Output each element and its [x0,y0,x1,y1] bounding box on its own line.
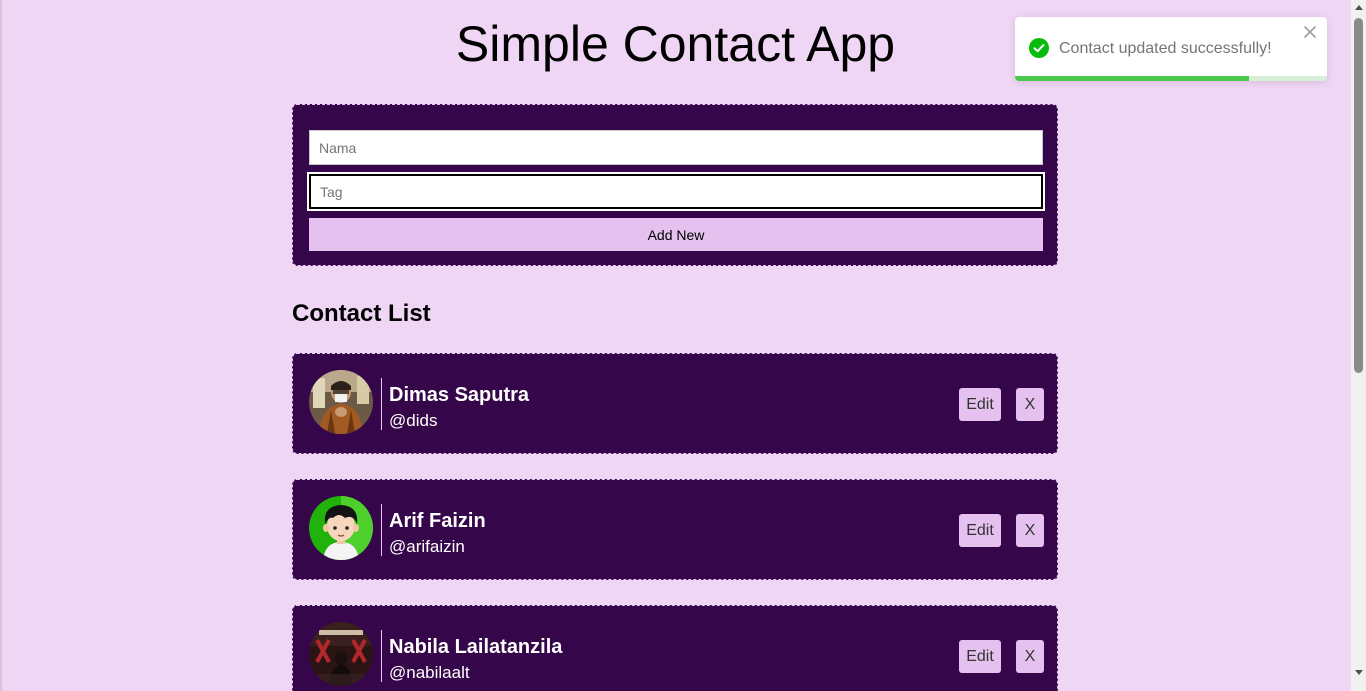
divider [381,504,382,556]
contact-card: Dimas Saputra @dids Edit X [292,353,1058,454]
avatar [309,370,373,434]
avatar [309,622,373,686]
photo-person-glasses-icon [309,370,373,434]
delete-button[interactable]: X [1016,640,1044,673]
toast-progress-bar [1015,76,1249,81]
scroll-up-arrow-icon[interactable] [1355,5,1363,10]
contact-card: Arif Faizin @arifaizin Edit X [292,479,1058,580]
scrollbar-thumb[interactable] [1354,18,1363,373]
photo-it-fair-xiii-icon [309,622,373,686]
divider [381,378,382,430]
edit-button[interactable]: Edit [959,640,1001,673]
toast-notification[interactable]: Contact updated successfully! [1015,17,1327,81]
window-edge [0,0,2,691]
scroll-down-arrow-icon[interactable] [1355,670,1363,675]
tag-input[interactable] [309,174,1043,209]
contact-form: Add New [292,104,1058,266]
toast-message: Contact updated successfully! [1059,40,1272,57]
cartoon-boy-green-icon [309,496,373,560]
contact-tag: @dids [389,411,438,430]
toast-progress-track [1015,76,1327,81]
contact-name: Nabila Lailatanzila [389,636,563,658]
add-new-button[interactable]: Add New [309,218,1043,251]
divider [381,630,382,682]
edit-button[interactable]: Edit [959,514,1001,547]
avatar [309,496,373,560]
name-input[interactable] [309,130,1043,165]
contact-tag: @arifaizin [389,537,465,556]
check-circle-icon [1029,38,1049,58]
contact-name: Arif Faizin [389,510,486,532]
edit-button[interactable]: Edit [959,388,1001,421]
scrollbar[interactable] [1351,0,1366,691]
close-icon[interactable] [1303,25,1317,39]
contact-tag: @nabilaalt [389,663,470,682]
delete-button[interactable]: X [1016,514,1044,547]
contact-name: Dimas Saputra [389,384,530,406]
contact-list-title: Contact List [292,300,431,327]
delete-button[interactable]: X [1016,388,1044,421]
contact-card: Nabila Lailatanzila @nabilaalt Edit X [292,605,1058,691]
page: Simple Contact App Add New Contact List [0,0,1366,691]
